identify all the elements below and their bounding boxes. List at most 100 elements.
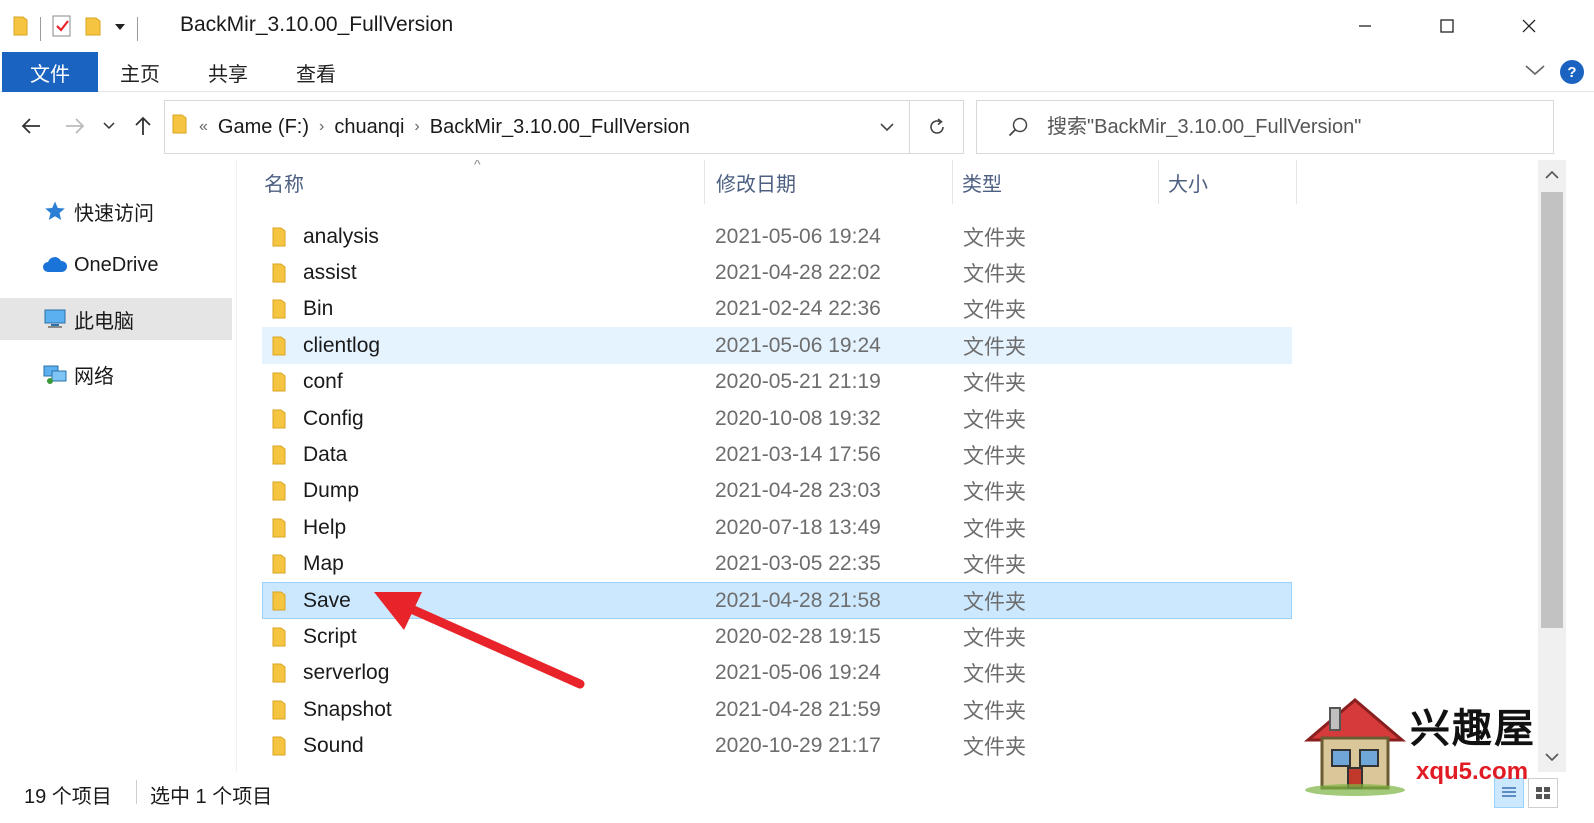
column-resizer[interactable] bbox=[1296, 160, 1297, 204]
help-button[interactable]: ? bbox=[1560, 60, 1584, 84]
file-date: 2020-10-08 19:32 bbox=[715, 406, 881, 430]
file-date: 2021-05-06 19:24 bbox=[715, 661, 881, 685]
status-item-count: 19 个项目 bbox=[24, 786, 112, 808]
sidebar-item-onedrive[interactable]: OneDrive bbox=[0, 244, 232, 286]
up-button[interactable] bbox=[128, 110, 158, 142]
breadcrumb-drive[interactable]: Game (F:) bbox=[218, 116, 309, 139]
table-row[interactable]: Dump 2021-04-28 23:03 文件夹 bbox=[262, 473, 1292, 510]
address-dropdown-button[interactable] bbox=[869, 101, 905, 153]
column-resizer[interactable] bbox=[704, 160, 705, 204]
new-folder-icon[interactable] bbox=[83, 15, 103, 42]
window-title: BackMir_3.10.00_FullVersion bbox=[180, 13, 454, 36]
column-header-date[interactable]: 修改日期 bbox=[716, 160, 952, 204]
column-header-size[interactable]: 大小 bbox=[1168, 160, 1296, 204]
search-input[interactable] bbox=[1047, 115, 1527, 139]
table-row[interactable]: assist 2021-04-28 22:02 文件夹 bbox=[262, 254, 1292, 291]
forward-button[interactable] bbox=[60, 110, 90, 142]
file-type: 文件夹 bbox=[963, 554, 1026, 578]
tab-file[interactable]: 文件 bbox=[2, 52, 98, 92]
file-type: 文件夹 bbox=[963, 408, 1026, 432]
sidebar-item-quick-access[interactable]: 快速访问 bbox=[0, 190, 232, 232]
back-button[interactable] bbox=[16, 110, 46, 142]
folder-icon bbox=[271, 298, 293, 320]
breadcrumb-separator[interactable]: › bbox=[319, 118, 324, 136]
table-row[interactable]: Save 2021-04-28 21:58 文件夹 bbox=[262, 582, 1292, 619]
toolbar-separator bbox=[137, 16, 138, 41]
table-row[interactable]: analysis 2021-05-06 19:24 文件夹 bbox=[262, 218, 1292, 255]
table-row[interactable]: Help 2020-07-18 13:49 文件夹 bbox=[262, 509, 1292, 546]
navigation-pane: 快速访问 OneDrive 此电脑 网络 bbox=[0, 160, 236, 772]
folder-icon bbox=[12, 15, 30, 42]
tab-share[interactable]: 共享 bbox=[190, 52, 266, 92]
table-row[interactable]: Map 2021-03-05 22:35 文件夹 bbox=[262, 546, 1292, 583]
file-name: assist bbox=[303, 260, 357, 284]
folder-icon bbox=[271, 590, 293, 612]
table-row[interactable]: Sound 2020-10-29 21:17 文件夹 bbox=[262, 728, 1292, 765]
expand-ribbon-icon[interactable] bbox=[1524, 63, 1546, 82]
table-row[interactable]: Config 2020-10-08 19:32 文件夹 bbox=[262, 400, 1292, 437]
scrollbar-thumb[interactable] bbox=[1541, 192, 1563, 628]
folder-icon bbox=[271, 444, 293, 466]
breadcrumb-separator[interactable]: › bbox=[414, 118, 419, 136]
column-resizer[interactable] bbox=[952, 160, 953, 204]
folder-icon bbox=[271, 226, 293, 248]
file-type: 文件夹 bbox=[963, 663, 1026, 687]
folder-icon bbox=[271, 662, 293, 684]
maximize-button[interactable] bbox=[1408, 0, 1486, 52]
sidebar-item-label: 快速访问 bbox=[74, 202, 154, 225]
file-date: 2021-05-06 19:24 bbox=[715, 224, 881, 248]
folder-icon bbox=[271, 517, 293, 539]
table-row[interactable]: Script 2020-02-28 19:15 文件夹 bbox=[262, 618, 1292, 655]
pane-divider[interactable] bbox=[236, 160, 237, 772]
breadcrumb-current[interactable]: BackMir_3.10.00_FullVersion bbox=[430, 116, 690, 139]
status-selected-count: 选中 1 个项目 bbox=[150, 786, 273, 808]
file-date: 2021-05-06 19:24 bbox=[715, 333, 881, 357]
file-date: 2021-04-28 21:59 bbox=[715, 697, 881, 721]
table-row[interactable]: serverlog 2021-05-06 19:24 文件夹 bbox=[262, 655, 1292, 692]
table-row[interactable]: conf 2020-05-21 21:19 文件夹 bbox=[262, 364, 1292, 401]
folder-icon bbox=[171, 113, 189, 141]
column-resizer[interactable] bbox=[1158, 160, 1159, 204]
sidebar-item-network[interactable]: 网络 bbox=[0, 353, 232, 395]
tab-view[interactable]: 查看 bbox=[278, 52, 354, 92]
close-button[interactable] bbox=[1490, 0, 1568, 52]
file-date: 2020-05-21 21:19 bbox=[715, 370, 881, 394]
ribbon-right-controls: ? bbox=[1524, 60, 1584, 84]
file-type: 文件夹 bbox=[963, 335, 1026, 359]
table-row[interactable]: Snapshot 2021-04-28 21:59 文件夹 bbox=[262, 691, 1292, 728]
file-type: 文件夹 bbox=[963, 444, 1026, 468]
cloud-icon bbox=[42, 256, 68, 274]
breadcrumb-overflow[interactable]: « bbox=[199, 118, 208, 136]
sidebar-item-this-pc[interactable]: 此电脑 bbox=[0, 298, 232, 340]
scroll-up-button[interactable] bbox=[1538, 160, 1566, 190]
column-header-name[interactable]: 名称 bbox=[264, 160, 704, 204]
status-separator bbox=[136, 780, 137, 804]
search-box[interactable] bbox=[976, 100, 1554, 154]
search-icon bbox=[993, 116, 1033, 138]
file-date: 2021-03-14 17:56 bbox=[715, 442, 881, 466]
file-name: Config bbox=[303, 406, 364, 430]
folder-icon bbox=[271, 262, 293, 284]
table-row[interactable]: Bin 2021-02-24 22:36 文件夹 bbox=[262, 291, 1292, 328]
tab-home[interactable]: 主页 bbox=[104, 52, 176, 92]
folder-icon bbox=[271, 626, 293, 648]
refresh-button[interactable] bbox=[909, 101, 963, 153]
folder-icon bbox=[271, 699, 293, 721]
table-row[interactable]: clientlog 2021-05-06 19:24 文件夹 bbox=[262, 327, 1292, 365]
customize-toolbar-icon[interactable] bbox=[113, 19, 127, 38]
properties-icon[interactable] bbox=[51, 14, 73, 43]
table-row[interactable]: Data 2021-03-14 17:56 文件夹 bbox=[262, 436, 1292, 473]
file-name: Bin bbox=[303, 297, 334, 321]
vertical-scrollbar[interactable] bbox=[1538, 160, 1566, 772]
breadcrumb: « Game (F:) › chuanqi › BackMir_3.10.00_… bbox=[171, 101, 690, 153]
file-name: conf bbox=[303, 370, 343, 394]
recent-locations-button[interactable] bbox=[98, 110, 120, 142]
chevron-down-icon bbox=[103, 122, 115, 130]
column-header-type[interactable]: 类型 bbox=[962, 160, 1158, 204]
arrow-right-icon bbox=[66, 118, 85, 134]
file-date: 2020-02-28 19:15 bbox=[715, 624, 881, 648]
breadcrumb-chuanqi[interactable]: chuanqi bbox=[334, 116, 404, 139]
minimize-button[interactable] bbox=[1326, 0, 1404, 52]
address-bar[interactable]: « Game (F:) › chuanqi › BackMir_3.10.00_… bbox=[164, 100, 964, 154]
file-name: Script bbox=[303, 624, 357, 648]
